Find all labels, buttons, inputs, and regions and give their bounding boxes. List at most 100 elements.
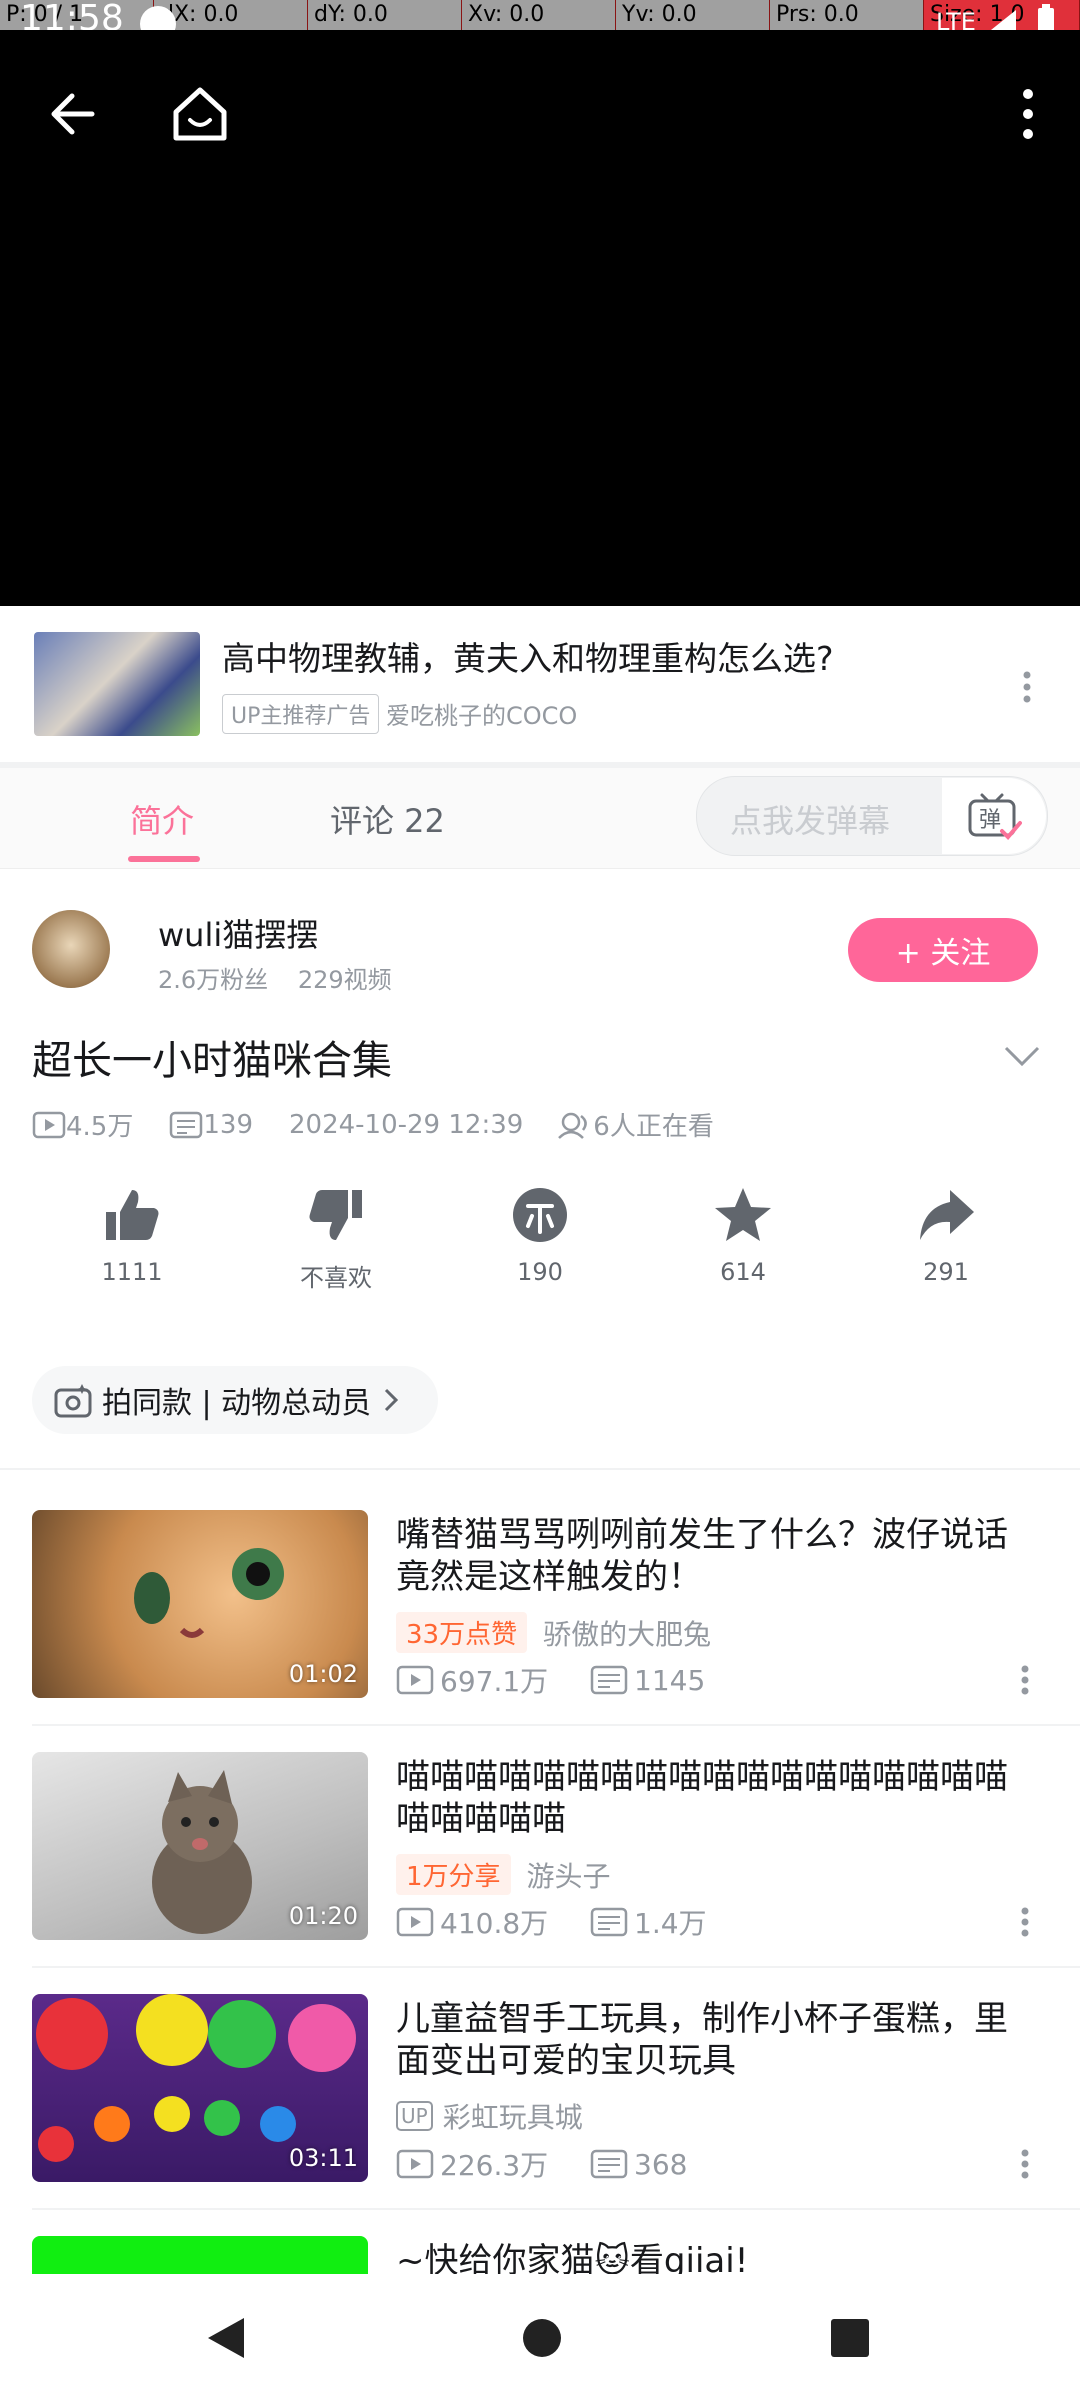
debug-xv: Xv: 0.0 bbox=[462, 0, 616, 30]
video-duration: 03:11 bbox=[288, 2144, 358, 2172]
danmaku-count-icon bbox=[590, 1665, 628, 1695]
separator bbox=[32, 1724, 1080, 1726]
related-tag-row: 33万点赞 骄傲的大肥兔 bbox=[396, 1612, 711, 1653]
related-tag: 33万点赞 bbox=[396, 1612, 528, 1653]
uploader-fans: 2.6万粉丝 bbox=[158, 966, 269, 994]
danmaku-count-icon bbox=[590, 2149, 628, 2179]
video-player[interactable] bbox=[0, 30, 1080, 606]
debug-dy: dY: 0.0 bbox=[308, 0, 462, 30]
uploader-stats: 2.6万粉丝 229视频 bbox=[158, 960, 392, 995]
play-count-icon bbox=[396, 1665, 434, 1695]
divider bbox=[0, 1468, 1080, 1470]
related-views: 410.8万 bbox=[440, 1907, 549, 1940]
share-button[interactable]: 291 bbox=[876, 1186, 1016, 1286]
related-thumbnail[interactable]: 01:02 bbox=[32, 1510, 368, 1698]
collection-label: 拍同款 | 动物总动员 bbox=[102, 1386, 372, 1421]
related-more-icon[interactable] bbox=[1018, 1906, 1032, 1938]
video-duration: 01:20 bbox=[288, 1902, 358, 1930]
uploader-name[interactable]: wuli猫摆摆 bbox=[158, 910, 318, 956]
chevron-right-icon bbox=[385, 1388, 399, 1412]
danmaku-icon-char: 弹 bbox=[979, 808, 1001, 833]
related-views: 697.1万 bbox=[440, 1665, 549, 1698]
dislike-label: 不喜欢 bbox=[300, 1264, 372, 1292]
play-count-icon bbox=[396, 2149, 434, 2179]
debug-yv: Yv: 0.0 bbox=[616, 0, 770, 30]
related-views: 226.3万 bbox=[440, 2149, 549, 2182]
favorite-count: 614 bbox=[720, 1258, 766, 1286]
related-title[interactable]: 嘴替猫骂骂咧咧前发生了什么？波仔说话竟然是这样触发的！ bbox=[396, 1514, 1036, 1598]
danmaku-count-icon bbox=[170, 1111, 203, 1138]
related-more-icon[interactable] bbox=[1018, 2148, 1032, 2180]
related-more-icon[interactable] bbox=[1018, 1664, 1032, 1696]
like-button[interactable]: 1111 bbox=[62, 1186, 202, 1286]
favorite-button[interactable]: 614 bbox=[673, 1186, 813, 1286]
related-thumbnail[interactable] bbox=[32, 2236, 368, 2274]
more-options-icon[interactable] bbox=[1020, 86, 1036, 142]
separator bbox=[32, 2208, 1080, 2210]
watching-icon bbox=[558, 1112, 588, 1139]
up-badge: UP bbox=[396, 2101, 433, 2131]
tab-comments[interactable]: 评论 22 bbox=[330, 796, 445, 842]
ad-badge: UP主推荐广告 bbox=[222, 694, 380, 734]
view-count: 4.5万 bbox=[66, 1112, 134, 1142]
watching-count: 6人正在看 bbox=[593, 1112, 714, 1142]
thumbs-down-icon bbox=[309, 1190, 362, 1240]
uploader-avatar[interactable] bbox=[32, 910, 110, 988]
ad-more-icon[interactable] bbox=[1020, 670, 1034, 704]
share-icon bbox=[920, 1190, 974, 1240]
related-danmaku: 1145 bbox=[634, 1663, 706, 1697]
ad-thumbnail[interactable] bbox=[34, 632, 200, 736]
tab-intro[interactable]: 简介 bbox=[130, 796, 194, 842]
separator bbox=[32, 1966, 1080, 1968]
related-author: 游头子 bbox=[526, 1859, 611, 1893]
nav-back-icon[interactable] bbox=[204, 2314, 248, 2362]
thumbs-up-icon bbox=[106, 1190, 159, 1240]
ad-title[interactable]: 高中物理教辅，黄夫入和物理重构怎么选? bbox=[222, 632, 834, 680]
coin-icon bbox=[513, 1188, 567, 1242]
related-danmaku: 368 bbox=[634, 2147, 688, 2181]
publish-date: 2024-10-29 12:39 bbox=[289, 1109, 524, 1140]
tab-indicator bbox=[128, 856, 200, 862]
nav-recents-icon[interactable] bbox=[828, 2316, 872, 2360]
related-danmaku: 1.4万 bbox=[634, 1907, 707, 1940]
follow-button[interactable]: + 关注 bbox=[848, 918, 1038, 982]
danmaku-placeholder[interactable]: 点我发弹幕 bbox=[730, 796, 890, 842]
ad-author: 爱吃桃子的COCO bbox=[386, 702, 578, 730]
star-icon bbox=[715, 1188, 771, 1241]
coin-count: 190 bbox=[517, 1258, 563, 1286]
danmaku-count-icon bbox=[590, 1907, 628, 1937]
share-count: 291 bbox=[923, 1258, 969, 1286]
related-tag-row: 1万分享 游头子 bbox=[396, 1854, 611, 1895]
related-author: 彩虹玩具城 bbox=[442, 2101, 583, 2134]
related-author: 骄傲的大肥兔 bbox=[543, 1617, 712, 1651]
uploader-videos: 229视频 bbox=[297, 966, 392, 994]
debug-prs: Prs: 0.0 bbox=[770, 0, 924, 30]
related-title[interactable]: ~快给你家猫🐱看giiai! bbox=[396, 2240, 1036, 2274]
camera-effect-icon bbox=[54, 1384, 92, 1418]
coin-button[interactable]: 190 bbox=[470, 1186, 610, 1286]
dislike-button[interactable]: 不喜欢 bbox=[266, 1186, 406, 1293]
related-author-row: UP 彩虹玩具城 bbox=[396, 2096, 583, 2136]
related-stats: 410.8万 1.4万 bbox=[396, 1902, 707, 1942]
back-arrow-icon[interactable] bbox=[44, 84, 104, 144]
related-tag: 1万分享 bbox=[396, 1854, 511, 1895]
like-count: 1111 bbox=[101, 1258, 163, 1286]
nav-home-icon[interactable] bbox=[520, 2316, 564, 2360]
play-count-icon bbox=[396, 1907, 434, 1937]
danmaku-toggle-button[interactable]: 弹 bbox=[942, 778, 1046, 854]
related-title[interactable]: 儿童益智手工玩具，制作小杯子蛋糕，里面变出可爱的宝贝玩具 bbox=[396, 1998, 1036, 2082]
collection-chip[interactable]: 拍同款 | 动物总动员 bbox=[32, 1366, 438, 1434]
expand-chevron-icon[interactable] bbox=[1004, 1044, 1040, 1068]
related-stats: 226.3万 368 bbox=[396, 2144, 687, 2184]
related-thumbnail[interactable]: 03:11 bbox=[32, 1994, 368, 2182]
video-title: 超长一小时猫咪合集 bbox=[32, 1038, 392, 1084]
related-title[interactable]: 喵喵喵喵喵喵喵喵喵喵喵喵喵喵喵喵喵喵喵喵喵喵喵 bbox=[396, 1756, 1036, 1840]
play-count-icon bbox=[32, 1111, 66, 1138]
danmaku-icon: 弹 bbox=[968, 793, 1022, 840]
video-duration: 01:02 bbox=[288, 1660, 358, 1688]
related-thumbnail[interactable]: 01:20 bbox=[32, 1752, 368, 1940]
video-meta: 4.5万 139 2024-10-29 12:39 6人正在看 bbox=[32, 1106, 722, 1143]
home-icon[interactable] bbox=[168, 84, 232, 144]
danmaku-count: 139 bbox=[203, 1109, 253, 1140]
related-stats: 697.1万 1145 bbox=[396, 1660, 705, 1700]
